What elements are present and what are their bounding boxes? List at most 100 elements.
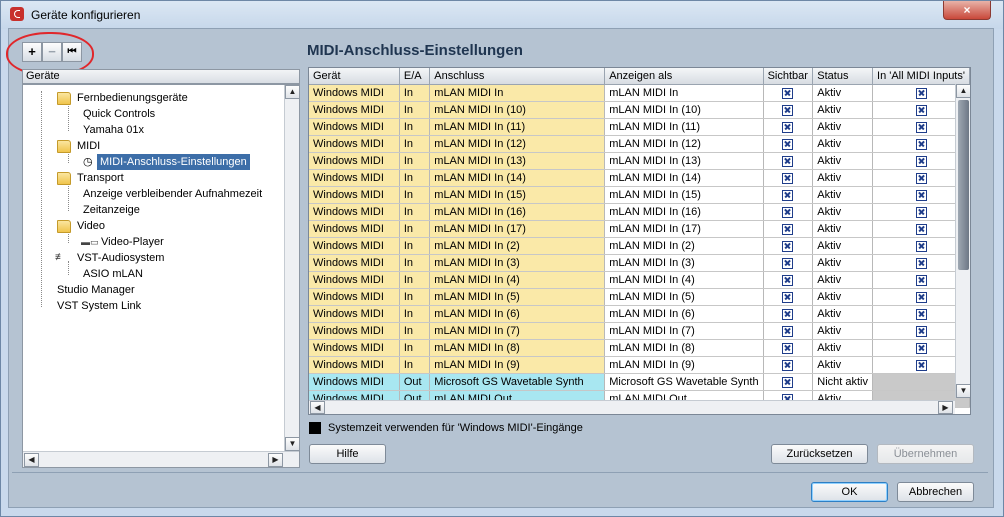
cell-show-as[interactable]: mLAN MIDI In (14): [604, 169, 764, 187]
cell-status[interactable]: Aktiv: [812, 220, 874, 238]
cell-status[interactable]: Aktiv: [812, 322, 874, 340]
table-row[interactable]: Windows MIDI In mLAN MIDI In (16) mLAN MIDI…: [309, 203, 970, 221]
checked-checkbox-icon[interactable]: [782, 138, 794, 150]
tree-item-time-display[interactable]: Zeitanzeige: [83, 202, 140, 218]
column-header-all-midi-inputs[interactable]: In 'All MIDI Inputs': [872, 68, 970, 85]
cell-show-as[interactable]: mLAN MIDI In (3): [604, 254, 764, 272]
scroll-left-arrow[interactable]: ◀: [24, 453, 39, 467]
column-header-show-as[interactable]: Anzeigen als: [604, 68, 764, 85]
cell-status[interactable]: Aktiv: [812, 339, 874, 357]
cell-io[interactable]: In: [399, 271, 431, 289]
cell-show-as[interactable]: mLAN MIDI In (6): [604, 305, 764, 323]
checked-checkbox-icon[interactable]: [915, 172, 927, 184]
checked-checkbox-icon[interactable]: [915, 274, 927, 286]
table-vertical-scrollbar[interactable]: ▲ ▼: [955, 84, 970, 398]
table-horizontal-scrollbar[interactable]: ◀ ▶: [309, 400, 955, 414]
cell-show-as[interactable]: mLAN MIDI In (9): [604, 356, 764, 374]
reset-button[interactable]: Zurücksetzen: [771, 444, 868, 464]
cell-visible[interactable]: [763, 152, 814, 170]
cell-io[interactable]: In: [399, 135, 431, 153]
checked-checkbox-icon[interactable]: [782, 223, 794, 235]
cell-device[interactable]: Windows MIDI: [309, 220, 400, 238]
table-row[interactable]: Windows MIDI In mLAN MIDI In (10) mLAN MIDI…: [309, 101, 970, 119]
column-header-visible[interactable]: Sichtbar: [763, 68, 814, 85]
checked-checkbox-icon[interactable]: [915, 206, 927, 218]
cell-status[interactable]: Aktiv: [812, 186, 874, 204]
cell-visible[interactable]: [763, 169, 814, 187]
cell-io[interactable]: Out: [399, 373, 431, 391]
cell-device[interactable]: Windows MIDI: [309, 186, 400, 204]
cell-status[interactable]: Aktiv: [812, 118, 874, 136]
checked-checkbox-icon[interactable]: [915, 87, 927, 99]
cell-io[interactable]: In: [399, 254, 431, 272]
table-row[interactable]: Windows MIDI Out Microsoft GS Wavetable Sy…: [309, 373, 970, 391]
table-row[interactable]: Windows MIDI In mLAN MIDI In (5) mLAN MIDI …: [309, 288, 970, 306]
cell-visible[interactable]: [763, 356, 814, 374]
cell-status[interactable]: Aktiv: [812, 356, 874, 374]
cell-io[interactable]: In: [399, 237, 431, 255]
cell-device[interactable]: Windows MIDI: [309, 118, 400, 136]
cell-port[interactable]: mLAN MIDI In (15): [429, 186, 606, 204]
cell-status[interactable]: Aktiv: [812, 271, 874, 289]
cell-io[interactable]: In: [399, 152, 431, 170]
cell-show-as[interactable]: mLAN MIDI In (17): [604, 220, 764, 238]
column-header-status[interactable]: Status: [812, 68, 874, 85]
cell-io[interactable]: In: [399, 101, 431, 119]
checked-checkbox-icon[interactable]: [915, 155, 927, 167]
cell-device[interactable]: Windows MIDI: [309, 237, 400, 255]
tree-item-video-player[interactable]: Video-Player: [101, 234, 164, 250]
cell-show-as[interactable]: mLAN MIDI In (11): [604, 118, 764, 136]
checked-checkbox-icon[interactable]: [915, 342, 927, 354]
cancel-button[interactable]: Abbrechen: [897, 482, 974, 502]
checked-checkbox-icon[interactable]: [782, 274, 794, 286]
cell-io[interactable]: In: [399, 84, 431, 102]
cell-device[interactable]: Windows MIDI: [309, 84, 400, 102]
system-time-checkbox[interactable]: [309, 422, 321, 434]
tree-item-midi[interactable]: MIDI: [77, 138, 100, 154]
table-row[interactable]: Windows MIDI In mLAN MIDI In (4) mLAN MIDI …: [309, 271, 970, 289]
checked-checkbox-icon[interactable]: [782, 376, 794, 388]
cell-device[interactable]: Windows MIDI: [309, 271, 400, 289]
scroll-down-arrow[interactable]: ▼: [285, 437, 299, 451]
checked-checkbox-icon[interactable]: [782, 240, 794, 252]
cell-device[interactable]: Windows MIDI: [309, 373, 400, 391]
cell-io[interactable]: In: [399, 220, 431, 238]
cell-port[interactable]: mLAN MIDI In (11): [429, 118, 606, 136]
title-bar[interactable]: Geräte konfigurieren ×: [1, 1, 1003, 29]
cell-device[interactable]: Windows MIDI: [309, 288, 400, 306]
cell-device[interactable]: Windows MIDI: [309, 356, 400, 374]
cell-io[interactable]: In: [399, 288, 431, 306]
checked-checkbox-icon[interactable]: [782, 308, 794, 320]
table-row[interactable]: Windows MIDI In mLAN MIDI In (3) mLAN MIDI …: [309, 254, 970, 272]
cell-port[interactable]: mLAN MIDI In (12): [429, 135, 606, 153]
cell-status[interactable]: Aktiv: [812, 152, 874, 170]
cell-show-as[interactable]: mLAN MIDI In (13): [604, 152, 764, 170]
cell-show-as[interactable]: mLAN MIDI In (10): [604, 101, 764, 119]
cell-visible[interactable]: [763, 373, 814, 391]
cell-show-as[interactable]: mLAN MIDI In (16): [604, 203, 764, 221]
checked-checkbox-icon[interactable]: [782, 104, 794, 116]
ok-button[interactable]: OK: [811, 482, 888, 502]
table-row[interactable]: Windows MIDI In mLAN MIDI In (9) mLAN MIDI …: [309, 356, 970, 374]
table-row[interactable]: Windows MIDI In mLAN MIDI In (7) mLAN MIDI …: [309, 322, 970, 340]
tree-item-yamaha-01x[interactable]: Yamaha 01x: [83, 122, 144, 138]
checked-checkbox-icon[interactable]: [915, 240, 927, 252]
checked-checkbox-icon[interactable]: [782, 257, 794, 269]
checked-checkbox-icon[interactable]: [782, 291, 794, 303]
scroll-up-arrow[interactable]: ▲: [285, 85, 299, 99]
tree-item-midi-port-settings[interactable]: MIDI-Anschluss-Einstellungen: [97, 154, 250, 170]
checked-checkbox-icon[interactable]: [915, 121, 927, 133]
cell-visible[interactable]: [763, 305, 814, 323]
cell-status[interactable]: Aktiv: [812, 101, 874, 119]
tree-vertical-scrollbar[interactable]: ▲ ▼: [284, 85, 299, 451]
scroll-down-arrow[interactable]: ▼: [956, 384, 970, 398]
cell-device[interactable]: Windows MIDI: [309, 169, 400, 187]
scroll-left-arrow[interactable]: ◀: [310, 401, 325, 414]
cell-show-as[interactable]: Microsoft GS Wavetable Synth: [604, 373, 764, 391]
cell-visible[interactable]: [763, 186, 814, 204]
cell-status[interactable]: Aktiv: [812, 237, 874, 255]
checked-checkbox-icon[interactable]: [915, 359, 927, 371]
table-row[interactable]: Windows MIDI In mLAN MIDI In (13) mLAN MIDI…: [309, 152, 970, 170]
cell-io[interactable]: In: [399, 339, 431, 357]
column-header-port[interactable]: Anschluss: [429, 68, 606, 85]
